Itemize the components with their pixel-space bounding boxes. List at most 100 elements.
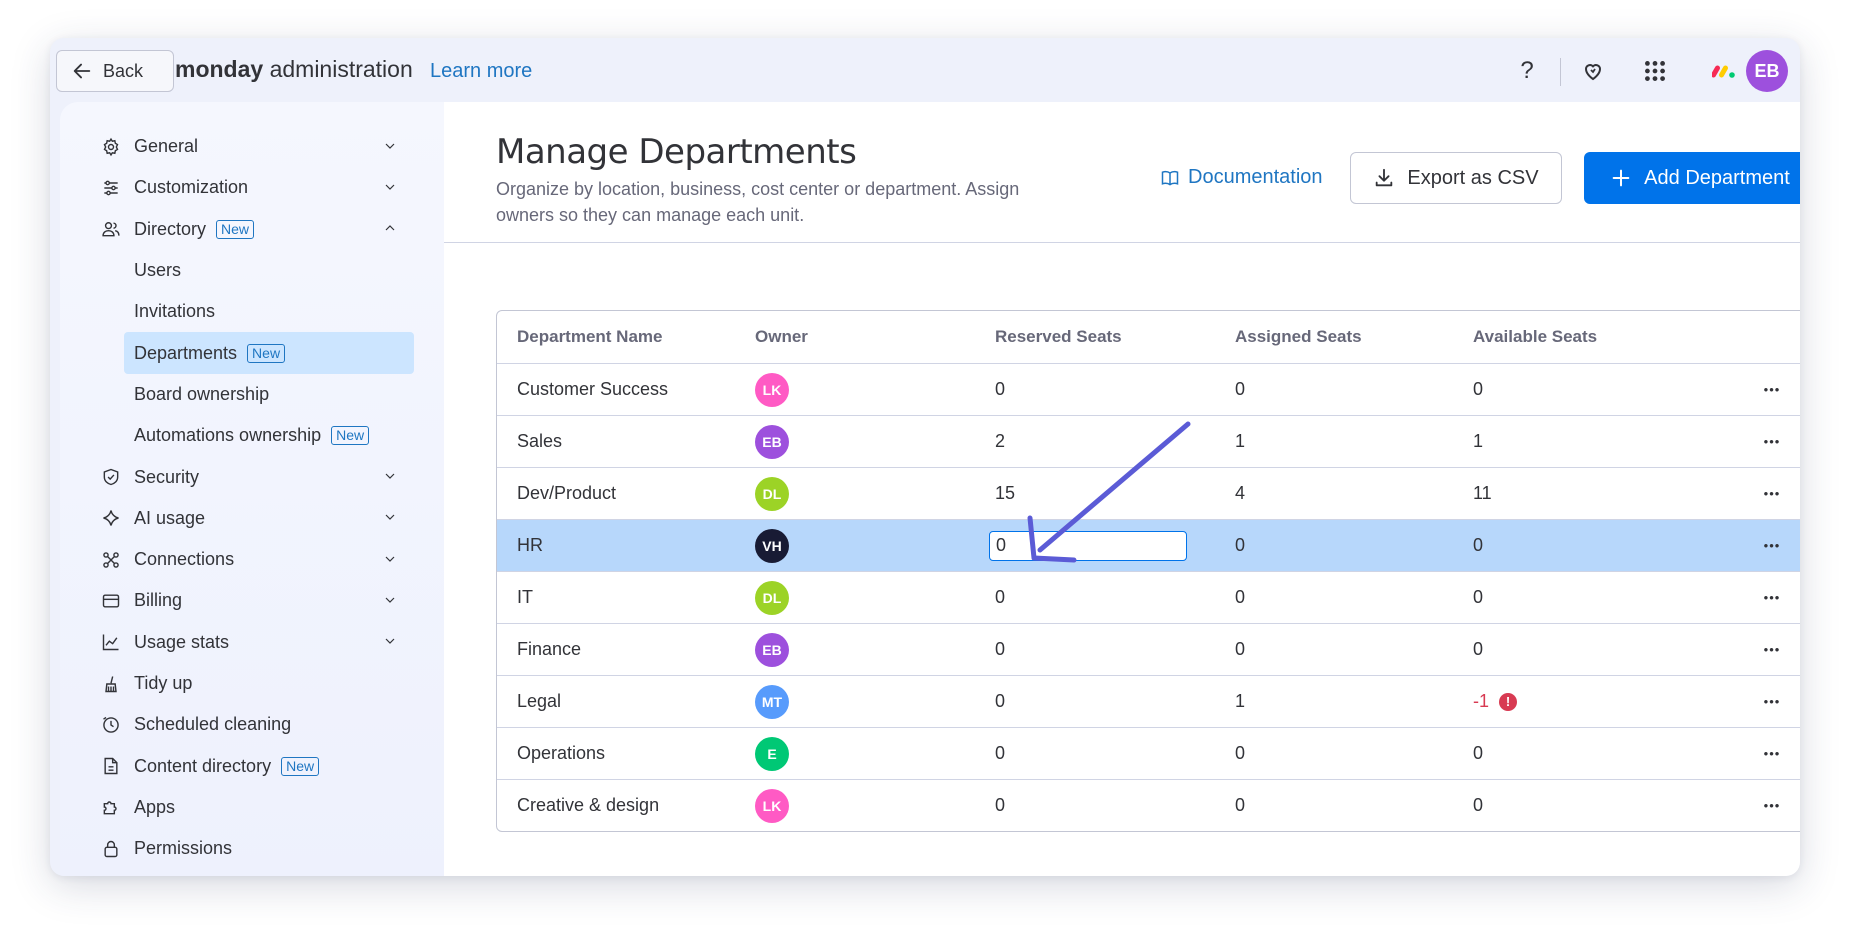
sidebar-item-general[interactable]: General	[100, 126, 400, 167]
sidebar-item-permissions[interactable]: Permissions	[100, 828, 400, 869]
sidebar-item-customization[interactable]: Customization	[100, 167, 400, 208]
help-icon[interactable]: ?	[1510, 54, 1544, 88]
chevron-down-icon[interactable]	[382, 179, 400, 197]
sidebar-item-directory[interactable]: Directory New	[100, 209, 400, 250]
reserved-seats[interactable]: 0	[995, 728, 1005, 779]
more-actions-icon[interactable]: •••	[1757, 520, 1787, 571]
chevron-up-icon[interactable]	[382, 220, 400, 238]
chevron-down-icon[interactable]	[382, 633, 400, 651]
avatar[interactable]: LK	[755, 372, 789, 407]
avatar[interactable]: MT	[755, 684, 789, 719]
sidebar-item-ai-usage[interactable]: AI usage	[100, 498, 400, 539]
owner-cell[interactable]: LK	[755, 780, 789, 831]
sidebar-item-invitations[interactable]: Invitations	[100, 291, 400, 332]
owner-cell[interactable]: VH	[755, 520, 789, 571]
col-header-reserved[interactable]: Reserved Seats	[995, 311, 1122, 363]
sidebar-item-tidy-up[interactable]: Tidy up	[100, 663, 400, 704]
table-row[interactable]: Creative & design LK 0 0 0 •••	[497, 779, 1800, 831]
department-name[interactable]: Creative & design	[517, 780, 659, 831]
sidebar-item-connections[interactable]: Connections	[100, 539, 400, 580]
sidebar-item-scheduled-cleaning[interactable]: Scheduled cleaning	[100, 704, 400, 745]
department-name[interactable]: IT	[517, 572, 533, 623]
department-name[interactable]: Legal	[517, 676, 561, 727]
department-name[interactable]: Customer Success	[517, 364, 668, 415]
reserved-seats[interactable]: 0	[995, 780, 1005, 831]
more-actions-icon[interactable]: •••	[1757, 364, 1787, 415]
table-row[interactable]: IT DL 0 0 0 •••	[497, 571, 1800, 623]
more-actions-icon[interactable]: •••	[1757, 572, 1787, 623]
avatar[interactable]: VH	[755, 528, 789, 563]
reserved-seats[interactable]: 0	[995, 364, 1005, 415]
department-name[interactable]: Finance	[517, 624, 581, 675]
owner-cell[interactable]: DL	[755, 572, 789, 623]
chevron-down-icon[interactable]	[382, 468, 400, 486]
table-row[interactable]: Legal MT 0 1 -1! •••	[497, 675, 1800, 727]
owner-cell[interactable]: LK	[755, 364, 789, 415]
sidebar-item-apps[interactable]: Apps	[100, 787, 400, 828]
owner-cell[interactable]: EB	[755, 624, 789, 675]
reserved-seats[interactable]: 2	[995, 416, 1005, 467]
export-csv-button[interactable]: Export as CSV	[1350, 152, 1562, 204]
avatar[interactable]: DL	[755, 476, 789, 511]
owner-cell[interactable]: EB	[755, 416, 789, 467]
more-actions-icon[interactable]: •••	[1757, 416, 1787, 467]
table-row[interactable]: HR VH 0 0 0 •••	[497, 519, 1800, 571]
reserved-seats-input[interactable]: 0	[989, 530, 1187, 561]
table-row[interactable]: Sales EB 2 1 1 •••	[497, 415, 1800, 467]
sidebar-item-billing[interactable]: Billing	[100, 580, 400, 621]
sidebar-item-board-ownership[interactable]: Board ownership	[100, 374, 400, 415]
chevron-down-icon[interactable]	[382, 509, 400, 527]
more-actions-icon[interactable]: •••	[1757, 676, 1787, 727]
avatar[interactable]: EB	[755, 424, 789, 459]
apps-grid-icon[interactable]	[1638, 54, 1672, 88]
more-actions-icon[interactable]: •••	[1757, 624, 1787, 675]
avatar[interactable]: DL	[755, 580, 789, 615]
sidebar-item-usage-stats[interactable]: Usage stats	[100, 622, 400, 663]
sidebar-item-content-directory[interactable]: Content directory New	[100, 745, 400, 786]
table-row[interactable]: Finance EB 0 0 0 •••	[497, 623, 1800, 675]
table-row[interactable]: Dev/Product DL 15 4 11 •••	[497, 467, 1800, 519]
more-actions-icon[interactable]: •••	[1757, 780, 1787, 831]
sidebar-item-security[interactable]: Security	[100, 456, 400, 497]
chevron-down-icon[interactable]	[382, 592, 400, 610]
table-row[interactable]: Customer Success LK 0 0 0 •••	[497, 363, 1800, 415]
error-icon[interactable]: !	[1499, 692, 1518, 711]
sidebar-item-users[interactable]: Users	[100, 250, 400, 291]
reserved-seats[interactable]: 0	[995, 624, 1005, 675]
more-actions-icon[interactable]: •••	[1757, 728, 1787, 779]
back-button[interactable]: Back	[56, 50, 174, 92]
department-name[interactable]: HR	[517, 520, 543, 571]
reserved-seats[interactable]: 15	[995, 468, 1015, 519]
sidebar-item-automations-ownership[interactable]: Automations ownership New	[100, 415, 400, 456]
col-header-assigned[interactable]: Assigned Seats	[1235, 311, 1362, 363]
chevron-down-icon[interactable]	[382, 138, 400, 156]
reserved-seats-cell[interactable]: 0	[989, 520, 1187, 571]
reserved-seats[interactable]: 0	[995, 676, 1005, 727]
user-avatar[interactable]: EB	[1746, 50, 1788, 92]
table-row[interactable]: Operations E 0 0 0 •••	[497, 727, 1800, 779]
department-name[interactable]: Operations	[517, 728, 605, 779]
chevron-down-icon[interactable]	[382, 551, 400, 569]
heart-icon[interactable]	[1576, 54, 1610, 88]
learn-more-link[interactable]: Learn more	[430, 60, 532, 83]
reserved-seats[interactable]: 0	[995, 572, 1005, 623]
sidebar-item-label: General	[134, 136, 199, 157]
owner-cell[interactable]: MT	[755, 676, 789, 727]
owner-cell[interactable]: E	[755, 728, 789, 779]
avatar[interactable]: LK	[755, 788, 789, 823]
avatar[interactable]: EB	[755, 632, 789, 667]
add-department-button[interactable]: Add Department	[1584, 152, 1800, 204]
book-icon	[1161, 170, 1179, 186]
department-name[interactable]: Dev/Product	[517, 468, 616, 519]
col-header-name[interactable]: Department Name	[517, 311, 663, 363]
documentation-link[interactable]: Documentation	[1160, 166, 1323, 189]
department-name[interactable]: Sales	[517, 416, 562, 467]
sidebar-item-label: Departments	[134, 342, 238, 363]
col-header-owner[interactable]: Owner	[755, 311, 808, 363]
owner-cell[interactable]: DL	[755, 468, 789, 519]
sidebar-item-departments[interactable]: Departments New	[124, 332, 414, 374]
more-actions-icon[interactable]: •••	[1757, 468, 1787, 519]
col-header-available[interactable]: Available Seats	[1473, 311, 1597, 363]
avatar[interactable]: E	[755, 736, 789, 771]
sidebar-item-label: Users	[134, 260, 182, 281]
